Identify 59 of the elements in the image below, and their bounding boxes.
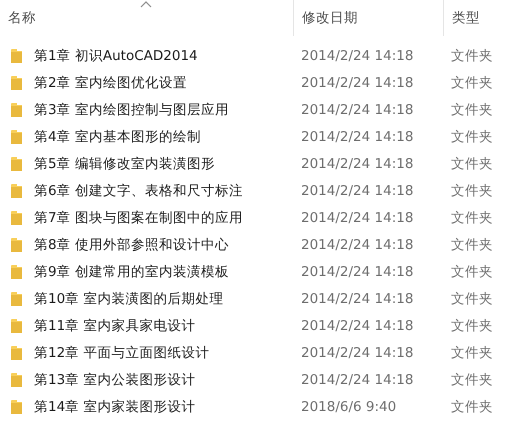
modified-date: 2014/2/24 14:18	[300, 264, 414, 280]
file-name[interactable]: 第12章 平面与立面图纸设计	[34, 344, 210, 362]
column-header[interactable]: 名称	[0, 0, 293, 36]
modified-date: 2014/2/24 14:18	[300, 74, 414, 90]
folder-icon	[11, 156, 22, 170]
folder-icon	[11, 102, 22, 116]
folder-icon	[11, 238, 22, 252]
folder-icon	[11, 400, 22, 414]
file-type: 文件夹	[450, 344, 494, 362]
file-type: 文件夹	[450, 398, 494, 416]
folder-icon	[11, 372, 22, 386]
modified-date: 2014/2/24 14:18	[300, 236, 414, 252]
folder-icon	[11, 264, 22, 278]
file-name[interactable]: 第6章 创建文字、表格和尺寸标注	[34, 182, 243, 200]
file-name[interactable]: 第13章 室内公装图形设计	[34, 370, 196, 388]
file-type: 文件夹	[450, 316, 494, 334]
file-type: 文件夹	[450, 100, 494, 118]
modified-date: 2014/2/24 14:18	[300, 210, 414, 226]
modified-date: 2014/2/24 14:18	[300, 318, 414, 334]
file-type: 文件夹	[450, 154, 494, 172]
folder-icon	[11, 292, 22, 306]
column-header[interactable]: 类型	[443, 0, 508, 36]
modified-date: 2014/2/24 14:18	[300, 182, 414, 198]
file-type: 文件夹	[450, 74, 494, 92]
column-header[interactable]: 修改日期	[293, 0, 443, 36]
modified-date: 2018/6/6 9:40	[300, 398, 398, 414]
folder-icon	[11, 76, 22, 90]
file-name[interactable]: 第8章 使用外部参照和设计中心	[34, 236, 229, 254]
modified-date: 2014/2/24 14:18	[300, 48, 414, 64]
file-type: 文件夹	[450, 128, 494, 146]
folder-icon	[11, 318, 22, 332]
modified-date: 2014/2/24 14:18	[300, 372, 414, 388]
file-name[interactable]: 第1章 初识AutoCAD2014	[34, 46, 198, 64]
file-type: 文件夹	[450, 262, 494, 280]
modified-date: 2014/2/24 14:18	[300, 128, 414, 144]
file-type: 文件夹	[450, 182, 494, 200]
file-name[interactable]: 第4章 室内基本图形的绘制	[34, 128, 201, 146]
file-type: 文件夹	[450, 290, 494, 308]
modified-date: 2014/2/24 14:18	[300, 344, 414, 360]
modified-date: 2014/2/24 14:18	[300, 102, 414, 118]
folder-icon	[11, 346, 22, 360]
file-name[interactable]: 第3章 室内绘图控制与图层应用	[34, 100, 229, 118]
file-type: 文件夹	[450, 208, 494, 226]
file-name[interactable]: 第7章 图块与图案在制图中的应用	[34, 208, 243, 226]
folder-icon	[11, 130, 22, 144]
modified-date: 2014/2/24 14:18	[300, 290, 414, 306]
file-name[interactable]: 第14章 室内家装图形设计	[34, 398, 196, 416]
file-type: 文件夹	[450, 370, 494, 388]
file-name[interactable]: 第11章 室内家具家电设计	[34, 316, 196, 334]
file-name[interactable]: 第2章 室内绘图优化设置	[34, 74, 187, 92]
folder-icon	[11, 184, 22, 198]
file-type: 文件夹	[450, 236, 494, 254]
file-name[interactable]: 第5章 编辑修改室内装潢图形	[34, 154, 215, 172]
file-name[interactable]: 第9章 创建常用的室内装潢模板	[34, 262, 229, 280]
file-name[interactable]: 第10章 室内装潢图的后期处理	[34, 290, 224, 308]
folder-icon	[11, 48, 22, 62]
file-type: 文件夹	[450, 46, 494, 64]
folder-icon	[11, 210, 22, 224]
modified-date: 2014/2/24 14:18	[300, 156, 414, 172]
